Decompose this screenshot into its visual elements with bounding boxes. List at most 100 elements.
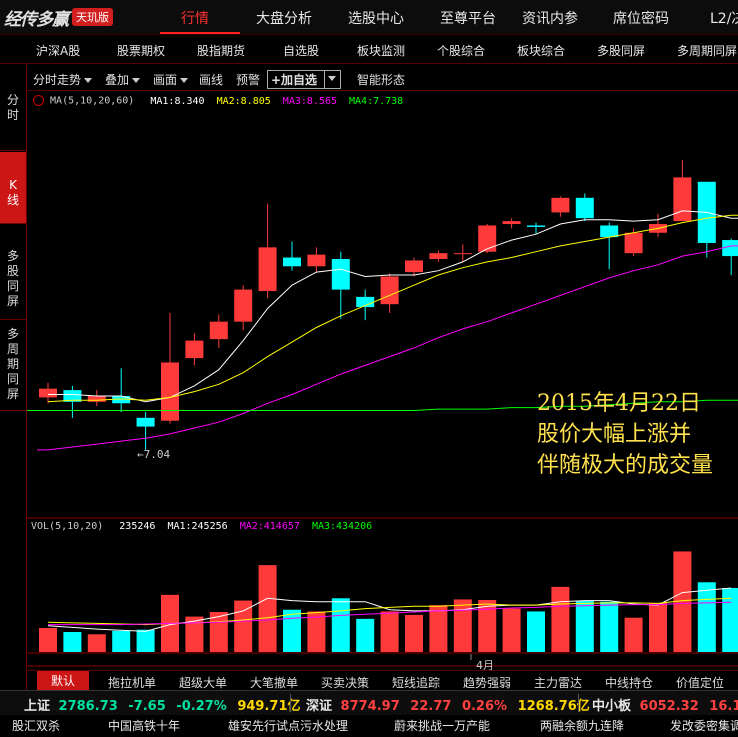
sidebar-tab-kline[interactable]: K线 [0,152,26,224]
volume-bar-up [551,586,570,652]
sidebar-tab-label: 多周期同屏 [6,327,19,401]
sub-nav-sector-monitor[interactable]: 板块监测 [357,42,405,59]
news-item[interactable]: 发改委密集调 [670,717,738,734]
add-watchlist-button[interactable]: +加自选 [271,71,317,88]
candle-up [185,340,204,359]
logo-text: 经传多赢 [4,9,69,30]
active-tab-underline [160,32,240,34]
top-nav-premium-platform[interactable]: 至尊平台 [440,8,496,28]
sub-nav-multi-period[interactable]: 多周期同屏 [677,42,737,59]
vol-ma3-value: MA3:434206 [311,521,373,532]
tab-large-cancel[interactable]: 大笔撤单 [250,674,298,691]
volume-bar-down [600,601,619,652]
volume-bar-up [624,617,643,652]
index-bar: 上证 2786.73 -7.65 -0.27% 949.71亿 深证 8774.… [0,690,738,716]
tab-main-force-radar[interactable]: 主力雷达 [534,674,582,691]
volume-bar-down [575,600,594,652]
candle-up [478,225,497,252]
overlay-dropdown[interactable]: 叠加 [105,71,141,88]
timeshare-dropdown[interactable]: 分时走势 [33,71,93,88]
legend-toggle-icon[interactable] [33,95,44,106]
ma1-value: MA1:8.340 [150,95,205,107]
sidebar-tab-multi-period[interactable]: 多周期同屏 [0,321,26,411]
sub-nav-stock-overview[interactable]: 个股综合 [437,42,485,59]
indicator-tab-bar: 默认 拖拉机单 超级大单 大笔撤单 买卖决策 短线追踪 趋势强弱 主力雷达 中线… [27,670,738,691]
top-nav-seat-code[interactable]: 席位密码 [613,8,669,28]
candle-up [453,253,472,255]
candle-down [136,417,155,427]
candle-up [87,395,106,402]
index-divider [290,694,291,712]
top-nav-market-analysis[interactable]: 大盘分析 [256,8,312,28]
volume-bar-down [356,618,375,652]
tab-trend-strength[interactable]: 趋势强弱 [463,674,511,691]
vol-ma2-value: MA2:414657 [239,521,300,532]
index-shanghai[interactable]: 上证 2786.73 -7.65 -0.27% 949.71亿 [24,695,301,714]
sidebar-tab-timeshare[interactable]: 分时 [0,65,26,151]
tab-default[interactable]: 默认 [37,671,90,691]
index-name: 上证 [24,699,51,714]
alert-button[interactable]: 预警 [236,71,260,88]
top-nav-l2[interactable]: L2/决 [710,8,738,28]
candle-up [209,321,228,340]
volume-bar-down [283,609,301,652]
draw-line-button[interactable]: 画线 [199,71,223,88]
top-nav-quotes[interactable]: 行情 [181,8,209,28]
sub-nav-sector-overview[interactable]: 板块综合 [517,42,565,59]
volume-bar-up [405,614,423,652]
vol-legend-label: VOL(5,10,20) [31,521,104,532]
ma3-value: MA3:8.565 [282,95,337,107]
news-item[interactable]: 雄安先行试点污水处理 [228,717,348,734]
top-nav: 经传多赢 天玑版 行情 大盘分析 选股中心 至尊平台 资讯内参 席位密码 L2/… [0,0,738,35]
index-sme-board[interactable]: 中小板 6052.32 16.18 [592,695,738,714]
smart-pattern-button[interactable]: 智能形态 [357,71,405,88]
index-shenzhen[interactable]: 深证 8774.97 22.77 0.26% 1268.76亿 [306,695,590,714]
sidebar-tab-label: K线 [6,178,19,207]
vol-ma1-value: MA1:245256 [167,521,228,532]
sub-nav-index-futures[interactable]: 股指期货 [197,42,245,59]
candle-up [673,177,692,222]
tab-buy-sell-decision[interactable]: 买卖决策 [321,674,369,691]
sub-nav-a-shares[interactable]: 沪深A股 [36,42,80,59]
caret-down-icon [132,78,141,83]
volume-bar-up [478,600,497,652]
candle-up [380,276,399,305]
volume-bar-down [527,611,545,652]
tab-super-large-orders[interactable]: 超级大单 [179,674,227,691]
candle-up [551,197,570,213]
tab-value-positioning[interactable]: 价值定位 [676,674,724,691]
sub-nav-stock-options[interactable]: 股票期权 [117,42,165,59]
index-name: 中小板 [592,699,632,714]
volume-bar-down [112,630,131,652]
app-logo: 经传多赢 天玑版 [4,6,113,30]
add-watchlist-dropdown[interactable] [324,70,339,89]
volume-bar-down [331,598,350,652]
candle-down [283,257,301,267]
sub-nav-multi-stock[interactable]: 多股同屏 [597,42,645,59]
sidebar-tab-label: 分时 [6,93,19,122]
volume-bar-up [649,602,667,652]
news-item[interactable]: 股汇双杀 [12,717,60,734]
volume-bar-up [453,599,472,652]
tab-tractor-orders[interactable]: 拖拉机单 [108,674,156,691]
caret-down-icon [180,78,189,83]
tab-short-term-track[interactable]: 短线追踪 [392,674,440,691]
top-nav-news-insider[interactable]: 资讯内参 [522,8,578,28]
candle-down [331,259,350,290]
vol-legend: VOL(5,10,20) 235246 MA1:245256 MA2:41465… [31,521,372,532]
index-divider [578,694,579,712]
sidebar-tab-multi-stock[interactable]: 多股同屏 [0,225,26,320]
index-price: 6052.32 [639,699,699,714]
candle-up [258,247,277,292]
volume-bar-up [502,608,521,652]
news-item[interactable]: 两融余额九连降 [540,717,624,734]
sub-nav-watchlist[interactable]: 自选股 [283,42,319,59]
top-nav-stock-selection[interactable]: 选股中心 [348,8,404,28]
candle-down [722,240,738,257]
index-name: 深证 [306,699,333,714]
canvas-dropdown[interactable]: 画面 [153,71,189,88]
news-item[interactable]: 蔚来挑战一万产能 [394,717,490,734]
news-item[interactable]: 中国高铁十年 [108,717,180,734]
tab-mid-term-holding[interactable]: 中线持仓 [605,674,653,691]
ma2-value: MA2:8.805 [216,95,271,107]
